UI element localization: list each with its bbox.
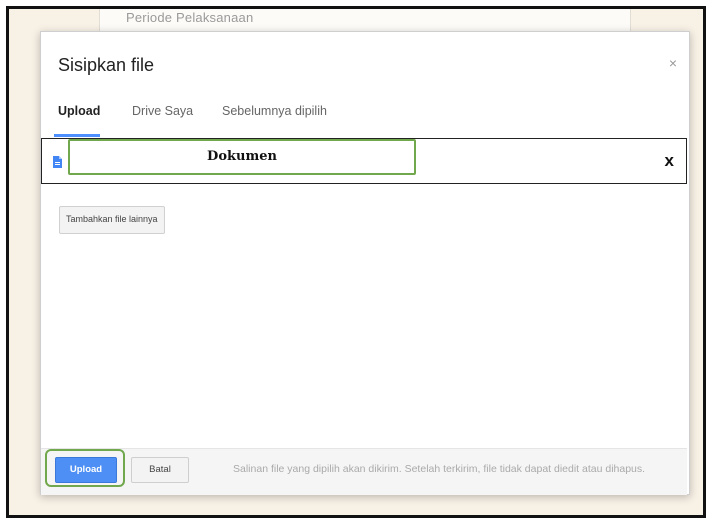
- tab-upload[interactable]: Upload: [58, 104, 100, 118]
- upload-button[interactable]: Upload: [55, 457, 117, 483]
- footer-note: Salinan file yang dipilih akan dikirim. …: [233, 463, 646, 475]
- screenshot-frame: Periode Pelaksanaan Sisipkan file × Uplo…: [6, 6, 706, 518]
- selected-file-row: Dokumen x: [41, 138, 687, 184]
- dialog-footer: Upload Batal Salinan file yang dipilih a…: [41, 448, 687, 495]
- tab-sebelumnya-dipilih[interactable]: Sebelumnya dipilih: [222, 104, 327, 118]
- close-icon[interactable]: ×: [669, 55, 677, 71]
- background-partial-text: Periode Pelaksanaan: [126, 10, 254, 25]
- active-tab-indicator: [54, 134, 100, 137]
- file-name: Dokumen: [68, 139, 416, 175]
- insert-file-dialog: Sisipkan file × Upload Drive Saya Sebelu…: [40, 31, 690, 495]
- remove-file-icon[interactable]: x: [665, 151, 674, 171]
- tab-drive-saya[interactable]: Drive Saya: [132, 104, 193, 118]
- add-more-files-button[interactable]: Tambahkan file lainnya: [59, 206, 165, 234]
- doc-file-icon: [53, 155, 62, 173]
- dialog-title: Sisipkan file: [58, 55, 155, 75]
- cancel-button[interactable]: Batal: [131, 457, 189, 483]
